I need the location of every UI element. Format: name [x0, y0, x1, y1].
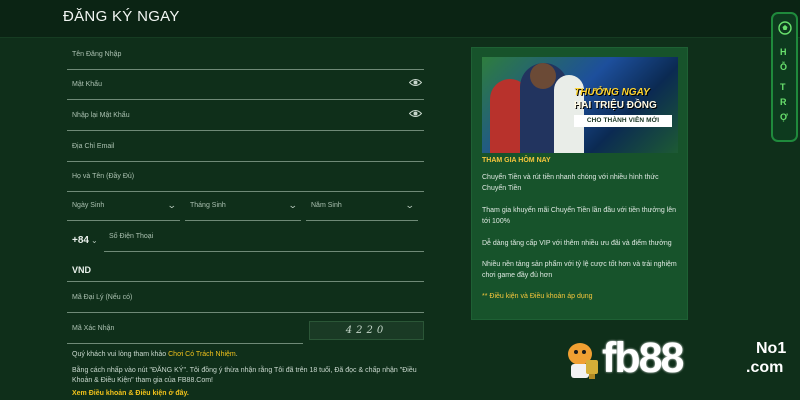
responsible-gaming-note: Quý khách vui lòng tham khảo Chơi Có Trá…	[72, 350, 238, 360]
side-tab-letter: Ỗ	[780, 62, 788, 72]
brand-name: fb88	[602, 334, 684, 382]
mascot-icon	[568, 343, 598, 379]
header-bar: ĐĂNG KÝ NGAY	[0, 0, 800, 38]
birth-year-placeholder: Năm Sinh	[311, 202, 342, 209]
phone-prefix-select[interactable]: +84 ⌄	[72, 235, 98, 246]
promo-paragraph: Tham gia khuyến mãi Chuyển Tiền lần đầu …	[482, 207, 677, 225]
promo-paragraph: Chuyển Tiền và rút tiền nhanh chóng với …	[482, 174, 659, 192]
captcha-placeholder: Mã Xác Nhận	[72, 325, 115, 332]
agreement-note: Bằng cách nhấp vào nút "ĐĂNG KÝ". Tôi đồ…	[72, 366, 432, 386]
birth-day-placeholder: Ngày Sinh	[72, 202, 105, 209]
side-tab-letter: H	[780, 47, 787, 57]
side-tab-letter: T	[780, 82, 786, 92]
terms-link[interactable]: Xem Điều khoản & Điều kiện ở đây.	[72, 389, 189, 399]
birth-year-select[interactable]: Năm Sinh ⌄	[306, 200, 418, 221]
promo-paragraph: Nhiều nền tảng sản phẩm với tỷ lệ cược t…	[482, 261, 677, 279]
support-side-tab[interactable]: H Ỗ T R Ợ	[771, 12, 798, 142]
password-field[interactable]: Mật Khẩu	[67, 78, 424, 100]
phone-field[interactable]: Số Điện Thoại	[104, 232, 424, 252]
phone-prefix: +84	[72, 235, 89, 246]
show-password-eye-icon[interactable]	[409, 78, 422, 87]
username-placeholder: Tên Đăng Nhập	[72, 51, 122, 58]
page-title: ĐĂNG KÝ NGAY	[63, 8, 180, 25]
birth-month-select[interactable]: Tháng Sinh ⌄	[185, 200, 301, 221]
birth-day-select[interactable]: Ngày Sinh ⌄	[67, 200, 180, 221]
no1-badge: No1	[756, 340, 787, 357]
agreement-text-a: Bằng cách nhấp vào nút	[72, 367, 150, 374]
side-tab-letter: Ợ	[780, 112, 788, 122]
captcha-field[interactable]: Mã Xác Nhận	[67, 324, 303, 344]
responsible-prefix: Quý khách vui lòng tham khảo	[72, 351, 169, 358]
chevron-down-icon: ⌄	[167, 200, 178, 210]
promo-banner[interactable]: THƯỞNG NGAY HAI TRIỆU ĐỒNG CHO THÀNH VIÊ…	[482, 57, 678, 153]
fullname-placeholder: Họ và Tên (Đầy Đủ)	[72, 173, 135, 180]
soccer-ball-icon	[778, 21, 792, 35]
agreement-text-c: . Tôi đồng ý thừa nhận rằng Tôi đã trên …	[185, 367, 417, 374]
birth-month-placeholder: Tháng Sinh	[190, 202, 226, 209]
promo-title: THAM GIA HÔM NAY	[482, 157, 551, 164]
currency-field	[67, 262, 424, 282]
responsible-suffix: .	[235, 351, 238, 358]
chevron-down-icon: ⌄	[90, 236, 98, 245]
promo-paragraph: Dễ dàng tăng cấp VIP với thêm nhiều ưu đ…	[482, 240, 672, 247]
password-placeholder: Mật Khẩu	[72, 81, 102, 88]
banner-line1: THƯỞNG NGAY	[574, 87, 650, 98]
agreement-text-line2: Khoản & Điều Kiện" tham gia của FB88.Com…	[72, 377, 214, 384]
show-confirm-password-eye-icon[interactable]	[409, 109, 422, 118]
confirm-password-placeholder: Nhập lại Mật Khẩu	[72, 112, 130, 119]
domain-suffix: .com	[746, 359, 784, 376]
fb88-logo: fb88 No1 .com	[560, 332, 800, 400]
chevron-down-icon: ⌄	[405, 200, 416, 210]
agent-code-field[interactable]: Mã Đại Lý (Nếu có)	[67, 293, 424, 313]
responsible-gaming-link[interactable]: Chơi Có Trách Nhiệm	[168, 351, 236, 358]
confirm-password-field[interactable]: Nhập lại Mật Khẩu	[67, 109, 424, 131]
chevron-down-icon: ⌄	[288, 200, 299, 210]
email-field[interactable]: Địa Chỉ Email	[67, 142, 424, 162]
promo-panel: THƯỞNG NGAY HAI TRIỆU ĐỒNG CHO THÀNH VIÊ…	[471, 47, 688, 320]
phone-placeholder: Số Điện Thoại	[109, 233, 154, 240]
username-field[interactable]: Tên Đăng Nhập	[67, 50, 424, 70]
banner-line3: CHO THÀNH VIÊN MỚI	[574, 115, 672, 127]
captcha-image: 4220	[309, 321, 424, 340]
agreement-text-b: "ĐĂNG KÝ"	[149, 367, 186, 374]
promo-terms-note: ** Điều kiện và Điều khoản áp dụng	[482, 293, 593, 300]
player-head	[530, 63, 556, 89]
email-placeholder: Địa Chỉ Email	[72, 143, 115, 150]
banner-line2: HAI TRIỆU ĐỒNG	[574, 100, 657, 111]
side-tab-letter: R	[780, 97, 787, 107]
fullname-field[interactable]: Họ và Tên (Đầy Đủ)	[67, 172, 424, 192]
agent-code-placeholder: Mã Đại Lý (Nếu có)	[72, 294, 133, 301]
